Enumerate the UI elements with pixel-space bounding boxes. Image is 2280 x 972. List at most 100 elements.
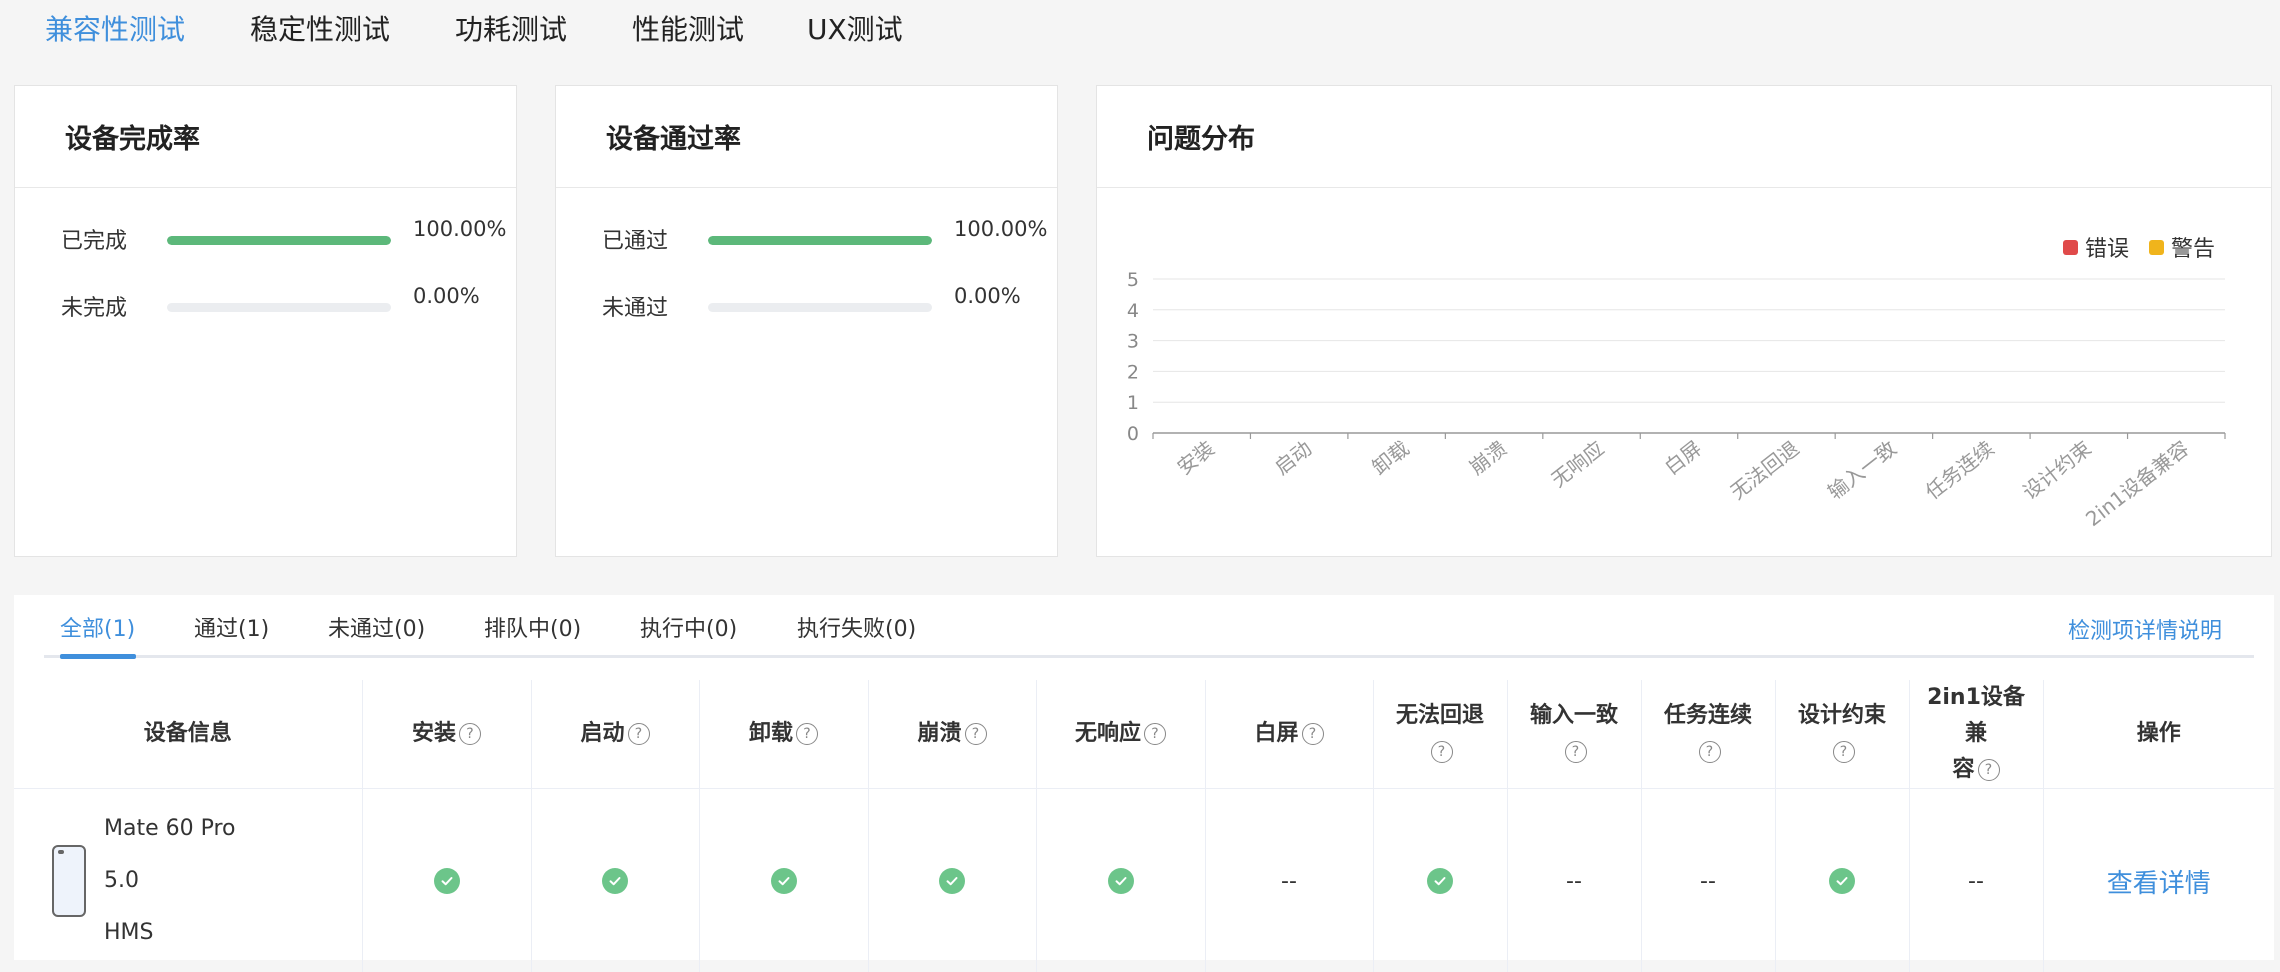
x-tick-label: 崩溃 (1465, 436, 1511, 480)
incomplete-row: 未完成 0.00% (61, 284, 496, 324)
table-header-row: 设备信息 安装? 启动? 卸载? 崩溃? 无响应? 白屏? 无法回退? 输入一致… (14, 680, 2274, 789)
filter-tab-execution-failed[interactable]: 执行失败(0) (797, 611, 916, 643)
x-tick-label: 2in1设备兼容 (2081, 436, 2193, 531)
col-action-label: 操作 (2136, 721, 2181, 746)
device-info-cell: Mate 60 Pro 5.0 HMS (14, 788, 363, 972)
help-icon[interactable]: ? (964, 723, 987, 745)
results-table: 设备信息 安装? 启动? 卸载? 崩溃? 无响应? 白屏? 无法回退? 输入一致… (14, 680, 2274, 972)
y-tick-label: 1 (1127, 392, 1139, 414)
y-tick-label: 3 (1127, 331, 1139, 353)
incomplete-label: 未完成 (61, 296, 128, 321)
completed-row: 已完成 100.00% (61, 217, 506, 257)
col-white-screen-label: 白屏 (1254, 721, 1299, 746)
col-2in1-compat: 2in1设备兼容? (1909, 680, 2044, 789)
col-design-constraint-label: 设计约束 (1797, 703, 1886, 728)
results-panel: 全部(1) 通过(1) 未通过(0) 排队中(0) 执行中(0) 执行失败(0)… (14, 595, 2274, 972)
col-2in1-compat-label-2: 容 (1952, 757, 1975, 782)
col-action: 操作 (2043, 680, 2274, 789)
issue-distribution-card: 问题分布 错误 警告 0 1 2 3 4 5 安装 启动 卸载 崩溃 无响应 白屏 无法回退 输入一致 任务… (1096, 85, 2272, 557)
col-device-info: 设备信息 (14, 680, 363, 789)
help-icon[interactable]: ? (1144, 723, 1166, 745)
pass-check-icon (433, 868, 460, 894)
help-icon[interactable]: ? (1977, 759, 2000, 781)
help-icon[interactable]: ? (1832, 741, 1855, 763)
col-input-consistency: 输入一致? (1507, 680, 1642, 789)
x-tick-label: 白屏 (1660, 436, 1706, 480)
result-empty: -- (1281, 868, 1297, 894)
tab-ux-test[interactable]: UX测试 (807, 8, 903, 48)
tab-stability-test[interactable]: 稳定性测试 (250, 8, 390, 48)
help-icon[interactable]: ? (796, 723, 818, 745)
tab-power-test[interactable]: 功耗测试 (455, 8, 567, 48)
result-filter-tabs: 全部(1) 通过(1) 未通过(0) 排队中(0) 执行中(0) 执行失败(0)… (14, 595, 2274, 660)
failed-row: 未通过 0.00% (602, 284, 1037, 324)
col-device-info-label: 设备信息 (143, 721, 232, 746)
help-icon[interactable]: ? (1564, 741, 1587, 763)
filter-tab-running[interactable]: 执行中(0) (640, 611, 737, 643)
result-empty: -- (1566, 868, 1582, 894)
pass-check-icon (770, 868, 797, 894)
help-icon[interactable]: ? (1301, 723, 1324, 745)
x-tick-label: 无响应 (1547, 436, 1609, 492)
col-no-response: 无响应? (1036, 680, 1206, 789)
y-tick-label: 4 (1127, 300, 1139, 322)
completion-rate-card: 设备完成率 已完成 100.00% 未完成 0.00% (14, 85, 517, 557)
view-details-link[interactable]: 查看详情 (2107, 869, 2211, 899)
col-uninstall-label: 卸载 (748, 721, 793, 746)
y-tick-label: 0 (1127, 423, 1139, 445)
filter-tab-all[interactable]: 全部(1) (60, 611, 135, 643)
x-tick-label: 无法回退 (1726, 436, 1804, 504)
result-empty: -- (1968, 868, 1984, 894)
passed-percent: 100.00% (954, 217, 1048, 241)
completion-rate-title: 设备完成率 (15, 86, 516, 188)
passed-progress-bar (708, 236, 932, 245)
filter-tab-passed[interactable]: 通过(1) (194, 611, 269, 643)
help-icon[interactable]: ? (627, 723, 650, 745)
completed-label: 已完成 (61, 229, 128, 254)
col-white-screen: 白屏? (1205, 680, 1374, 789)
help-icon[interactable]: ? (1698, 741, 1721, 763)
passed-label: 已通过 (602, 229, 669, 254)
incomplete-percent: 0.00% (413, 284, 480, 308)
col-no-back-label: 无法回退 (1395, 703, 1484, 728)
col-no-response-label: 无响应 (1074, 721, 1141, 746)
result-crash (868, 788, 1037, 972)
issue-distribution-title: 问题分布 (1097, 86, 2271, 188)
col-input-consistency-label: 输入一致 (1529, 703, 1618, 728)
action-cell: 查看详情 (2043, 788, 2274, 972)
device-version: 5.0 (104, 868, 139, 893)
pass-check-icon (939, 868, 965, 894)
result-uninstall (699, 788, 869, 972)
device-os: HMS (104, 920, 154, 945)
col-launch-label: 启动 (580, 721, 625, 746)
pass-check-icon (1107, 868, 1134, 894)
check-item-detail-link[interactable]: 检测项详情说明 (2068, 613, 2222, 645)
help-icon[interactable]: ? (1430, 741, 1453, 763)
result-design-constraint (1775, 788, 1910, 972)
completed-percent: 100.00% (413, 217, 507, 241)
x-tick-label: 任务连续 (1921, 436, 1999, 504)
result-launch (531, 788, 700, 972)
filter-tab-failed[interactable]: 未通过(0) (328, 611, 425, 643)
x-tick-label: 卸载 (1367, 436, 1413, 480)
passed-row: 已通过 100.00% (602, 217, 1047, 257)
filter-tab-queued[interactable]: 排队中(0) (484, 611, 581, 643)
help-icon[interactable]: ? (459, 723, 481, 745)
col-uninstall: 卸载? (699, 680, 869, 789)
pass-check-icon (602, 868, 628, 894)
col-design-constraint: 设计约束? (1775, 680, 1910, 789)
table-row: Mate 60 Pro 5.0 HMS -- -- -- -- 查看详情 (14, 788, 2274, 972)
pass-check-icon (1427, 868, 1453, 894)
passed-progress-fill (708, 236, 932, 245)
tab-compatibility-test[interactable]: 兼容性测试 (45, 8, 185, 48)
tab-performance-test[interactable]: 性能测试 (632, 8, 744, 48)
phone-icon (52, 845, 86, 917)
col-no-back: 无法回退? (1373, 680, 1508, 789)
failed-percent: 0.00% (954, 284, 1021, 308)
pass-rate-card: 设备通过率 已通过 100.00% 未通过 0.00% (555, 85, 1058, 557)
device-model: Mate 60 Pro (104, 816, 236, 841)
pass-rate-title: 设备通过率 (556, 86, 1057, 188)
result-input-consistency: -- (1507, 788, 1642, 972)
result-no-back (1373, 788, 1508, 972)
result-white-screen: -- (1205, 788, 1374, 972)
